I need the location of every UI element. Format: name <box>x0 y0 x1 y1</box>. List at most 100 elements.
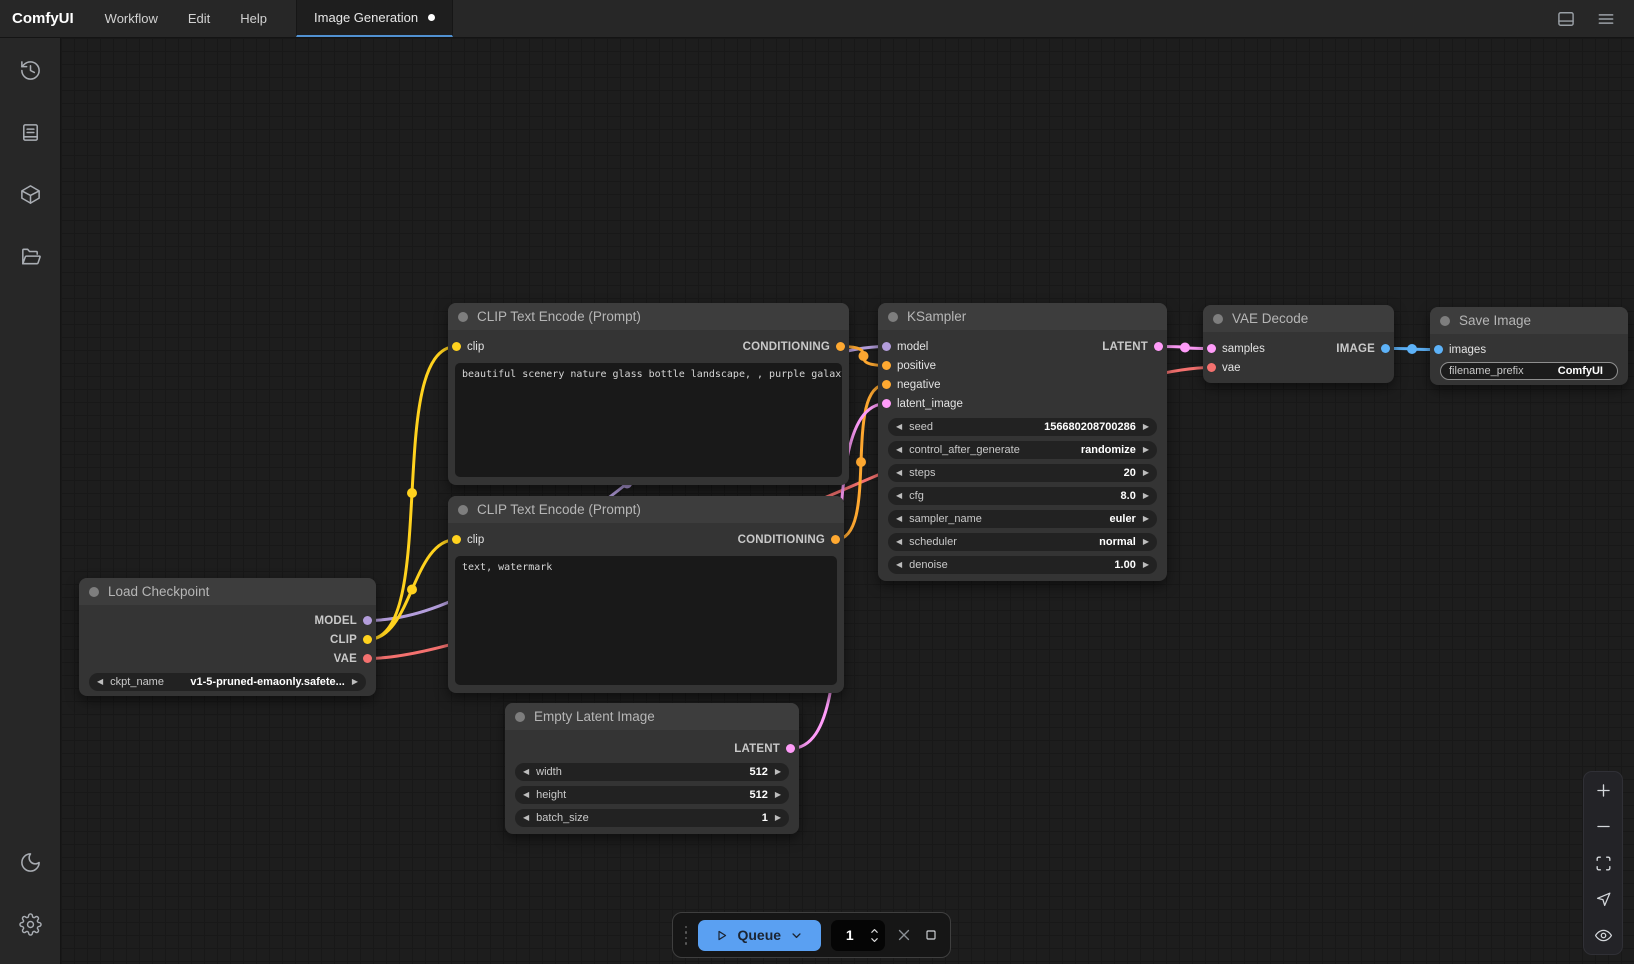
menu-icon[interactable] <box>1596 9 1616 29</box>
input-port-images[interactable] <box>1434 345 1443 354</box>
combo-right-arrow-icon[interactable]: ▶ <box>1143 423 1149 431</box>
combo-right-arrow-icon[interactable]: ▶ <box>775 768 781 776</box>
node-title-bar[interactable]: Save Image <box>1430 307 1628 334</box>
queue-button[interactable]: Queue <box>698 920 821 951</box>
widget-cfg[interactable]: ◀cfg8.0▶ <box>888 487 1157 505</box>
collapse-dot[interactable] <box>515 712 525 722</box>
input-port-positive[interactable] <box>882 361 891 370</box>
node-title-bar[interactable]: CLIP Text Encode (Prompt) <box>448 496 844 523</box>
output-port-model[interactable] <box>363 616 372 625</box>
combo-right-arrow-icon[interactable]: ▶ <box>1143 561 1149 569</box>
combo-right-arrow-icon[interactable]: ▶ <box>1143 492 1149 500</box>
node-save-image[interactable]: Save Image images filename_prefix ComfyU… <box>1430 307 1628 385</box>
input-port-clip[interactable] <box>452 342 461 351</box>
input-port-latent-image[interactable] <box>882 399 891 408</box>
combo-left-arrow-icon[interactable]: ◀ <box>896 538 902 546</box>
combo-left-arrow-icon[interactable]: ◀ <box>896 492 902 500</box>
combo-left-arrow-icon[interactable]: ◀ <box>896 561 902 569</box>
output-port-latent[interactable] <box>1154 342 1163 351</box>
collapse-dot[interactable] <box>89 587 99 597</box>
app-logo[interactable]: ComfyUI <box>0 10 90 27</box>
node-clip-text-encode-negative[interactable]: CLIP Text Encode (Prompt) clip CONDITION… <box>448 496 844 693</box>
output-port-conditioning[interactable] <box>831 535 840 544</box>
widget-batch-size[interactable]: ◀batch_size1▶ <box>515 809 789 827</box>
node-canvas[interactable]: Load Checkpoint MODEL CLIP VAE ◀ ckpt_na… <box>61 38 1634 964</box>
collapse-dot[interactable] <box>1213 314 1223 324</box>
sidebar-item-model-library[interactable] <box>0 172 61 216</box>
output-port-clip[interactable] <box>363 635 372 644</box>
output-port-vae[interactable] <box>363 654 372 663</box>
sidebar-item-queue-history[interactable] <box>0 48 61 92</box>
widget-steps[interactable]: ◀steps20▶ <box>888 464 1157 482</box>
widget-seed[interactable]: ◀seed156680208700286▶ <box>888 418 1157 436</box>
clear-queue-button[interactable] <box>895 926 913 944</box>
tab-image-generation[interactable]: Image Generation <box>296 0 453 37</box>
node-clip-text-encode-positive[interactable]: CLIP Text Encode (Prompt) clip CONDITION… <box>448 303 849 485</box>
widget-sampler-name[interactable]: ◀sampler_nameeuler▶ <box>888 510 1157 528</box>
spinner-up-icon[interactable] <box>869 926 880 935</box>
combo-right-arrow-icon[interactable]: ▶ <box>1143 515 1149 523</box>
collapse-dot[interactable] <box>458 505 468 515</box>
menu-help[interactable]: Help <box>225 11 282 26</box>
zoom-out-button[interactable] <box>1584 808 1622 844</box>
combo-right-arrow-icon[interactable]: ▶ <box>1143 446 1149 454</box>
node-vae-decode[interactable]: VAE Decode samples IMAGE vae <box>1203 305 1394 383</box>
menu-edit[interactable]: Edit <box>173 11 225 26</box>
combo-left-arrow-icon[interactable]: ◀ <box>896 423 902 431</box>
prompt-textarea[interactable]: text, watermark <box>455 556 837 685</box>
drag-handle[interactable] <box>684 926 688 945</box>
node-title-bar[interactable]: CLIP Text Encode (Prompt) <box>448 303 849 330</box>
node-title-bar[interactable]: KSampler <box>878 303 1167 330</box>
widget-height[interactable]: ◀height512▶ <box>515 786 789 804</box>
input-port-vae[interactable] <box>1207 363 1216 372</box>
output-port-latent[interactable] <box>786 744 795 753</box>
combo-left-arrow-icon[interactable]: ◀ <box>896 469 902 477</box>
combo-left-arrow-icon[interactable]: ◀ <box>523 814 529 822</box>
widget-filename-prefix[interactable]: filename_prefix ComfyUI <box>1440 362 1618 380</box>
sidebar-item-workflows[interactable] <box>0 234 61 278</box>
combo-left-arrow-icon[interactable]: ◀ <box>896 446 902 454</box>
combo-left-arrow-icon[interactable]: ◀ <box>523 768 529 776</box>
widget-denoise[interactable]: ◀denoise1.00▶ <box>888 556 1157 574</box>
collapse-dot[interactable] <box>1440 316 1450 326</box>
input-port-model[interactable] <box>882 342 891 351</box>
combo-right-arrow-icon[interactable]: ▶ <box>352 678 358 686</box>
widget-scheduler[interactable]: ◀schedulernormal▶ <box>888 533 1157 551</box>
zoom-in-button[interactable] <box>1584 772 1622 808</box>
sidebar-item-node-library[interactable] <box>0 110 61 154</box>
combo-left-arrow-icon[interactable]: ◀ <box>97 678 103 686</box>
combo-right-arrow-icon[interactable]: ▶ <box>775 791 781 799</box>
widget-width[interactable]: ◀width512▶ <box>515 763 789 781</box>
node-title-bar[interactable]: Load Checkpoint <box>79 578 376 605</box>
fit-view-button[interactable] <box>1584 845 1622 881</box>
node-empty-latent-image[interactable]: Empty Latent Image LATENT ◀width512▶ ◀he… <box>505 703 799 834</box>
output-port-conditioning[interactable] <box>836 342 845 351</box>
sidebar-item-theme-toggle[interactable] <box>0 840 61 884</box>
node-title-bar[interactable]: VAE Decode <box>1203 305 1394 332</box>
input-port-negative[interactable] <box>882 380 891 389</box>
output-port-image[interactable] <box>1381 344 1390 353</box>
stop-button[interactable] <box>923 927 939 943</box>
chevron-down-icon[interactable] <box>789 928 804 943</box>
collapse-dot[interactable] <box>458 312 468 322</box>
pan-mode-button[interactable] <box>1584 881 1622 917</box>
sidebar-item-settings[interactable] <box>0 902 61 946</box>
collapse-dot[interactable] <box>888 312 898 322</box>
panel-bottom-icon[interactable] <box>1556 9 1576 29</box>
combo-right-arrow-icon[interactable]: ▶ <box>775 814 781 822</box>
node-ksampler[interactable]: KSampler model LATENT positive negative … <box>878 303 1167 581</box>
toggle-link-visibility-button[interactable] <box>1584 918 1622 954</box>
spinner-down-icon[interactable] <box>869 936 880 945</box>
batch-count-input[interactable]: 1 <box>831 920 885 951</box>
combo-left-arrow-icon[interactable]: ◀ <box>523 791 529 799</box>
input-port-samples[interactable] <box>1207 344 1216 353</box>
widget-control-after-generate[interactable]: ◀control_after_generaterandomize▶ <box>888 441 1157 459</box>
node-title-bar[interactable]: Empty Latent Image <box>505 703 799 730</box>
menu-workflow[interactable]: Workflow <box>90 11 173 26</box>
combo-left-arrow-icon[interactable]: ◀ <box>896 515 902 523</box>
node-load-checkpoint[interactable]: Load Checkpoint MODEL CLIP VAE ◀ ckpt_na… <box>79 578 376 696</box>
prompt-textarea[interactable]: beautiful scenery nature glass bottle la… <box>455 363 842 477</box>
widget-ckpt-name[interactable]: ◀ ckpt_name v1-5-pruned-emaonly.safete..… <box>89 673 366 691</box>
input-port-clip[interactable] <box>452 535 461 544</box>
combo-right-arrow-icon[interactable]: ▶ <box>1143 538 1149 546</box>
